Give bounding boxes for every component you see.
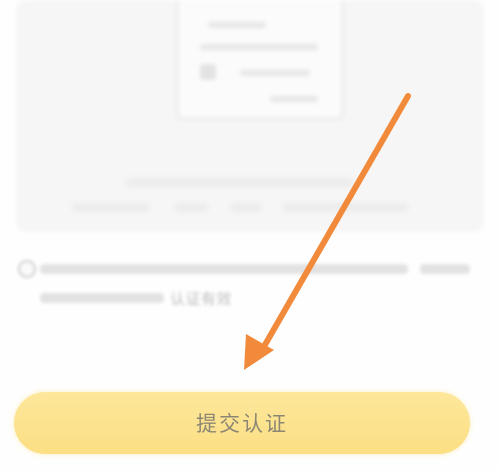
id-upload-card[interactable] [16, 0, 484, 232]
upload-hint-line [174, 203, 208, 212]
upload-hint-line [126, 178, 354, 187]
notice-line [40, 264, 408, 274]
placeholder-line [200, 44, 318, 50]
notice-line [420, 264, 470, 274]
placeholder-line [240, 70, 310, 76]
id-photo-frame[interactable] [176, 0, 344, 120]
upload-hint-line [72, 203, 150, 212]
submit-verification-button[interactable]: 提交认证 [14, 392, 470, 454]
notice-text: 认证有效 [170, 290, 233, 308]
placeholder-line [270, 96, 318, 102]
submit-button-label: 提交认证 [196, 412, 288, 436]
upload-hint-line [230, 203, 262, 212]
agree-checkbox[interactable] [18, 260, 36, 278]
avatar-placeholder-icon [200, 64, 216, 80]
notice-line [40, 293, 164, 303]
authorization-notice: 认证有效 [18, 258, 478, 318]
upload-hint-line [282, 203, 408, 212]
placeholder-line [208, 22, 266, 28]
